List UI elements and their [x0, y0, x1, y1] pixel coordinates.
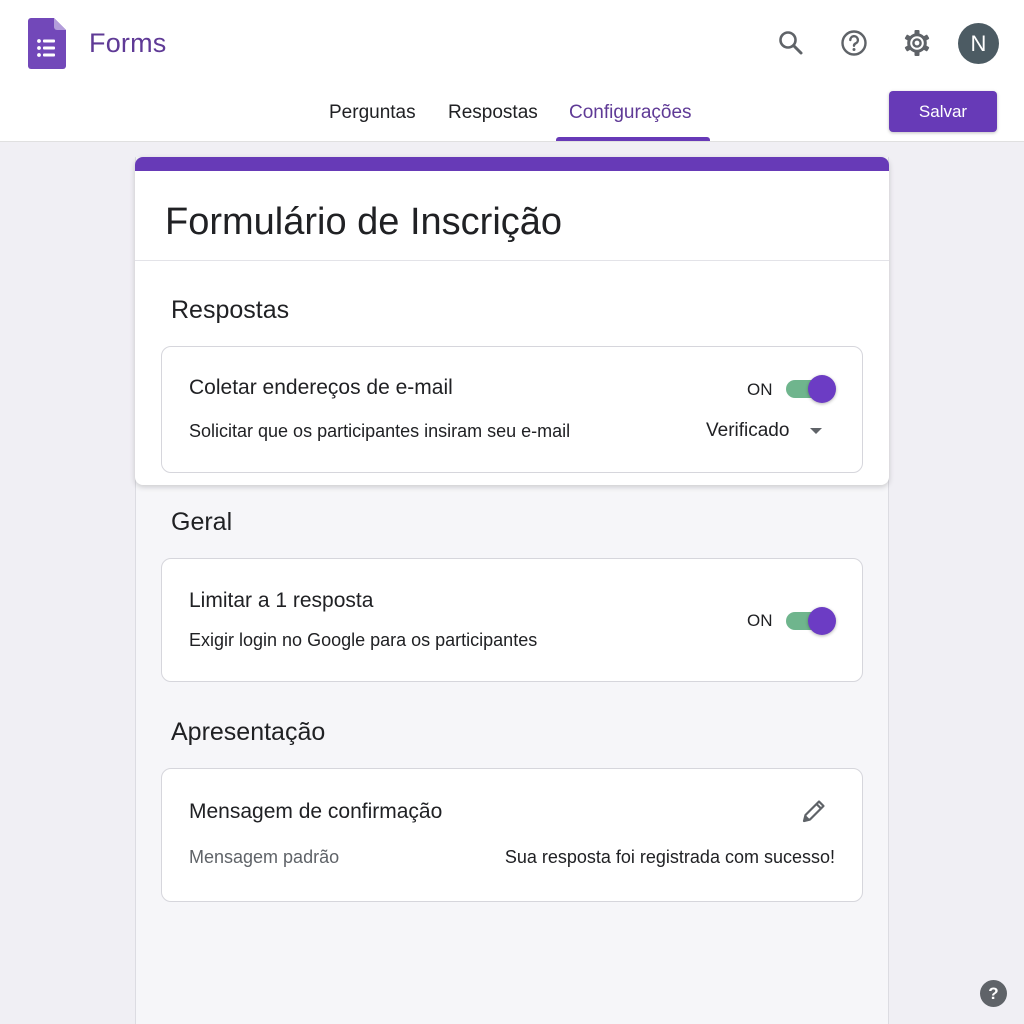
help-icon[interactable]	[834, 23, 874, 63]
tab-configuracoes[interactable]: Configurações	[569, 102, 692, 124]
gear-icon[interactable]	[897, 23, 937, 63]
setting-title: Coletar endereços de e-mail	[189, 376, 453, 399]
tab-perguntas[interactable]: Perguntas	[329, 102, 416, 124]
section-title-apresentacao: Apresentação	[171, 718, 326, 746]
app-title: Forms	[89, 28, 167, 58]
confirmation-message-setting: Mensagem de confirmação Mensagem padrão …	[161, 768, 863, 902]
toggle-state-label: ON	[747, 380, 773, 399]
dropdown-value: Verificado	[706, 420, 790, 441]
form-title: Formulário de Inscrição	[165, 201, 563, 243]
section-title-respostas: Respostas	[171, 296, 290, 324]
divider	[135, 260, 889, 261]
avatar[interactable]: N	[958, 23, 999, 64]
limit-one-toggle[interactable]	[786, 607, 838, 635]
setting-title: Limitar a 1 resposta	[189, 589, 374, 612]
email-verification-dropdown[interactable]: Verificado	[706, 420, 823, 442]
app-header: Forms N Perguntas Respostas Configuraçõe…	[0, 0, 1024, 142]
pencil-icon[interactable]	[799, 796, 829, 826]
collect-email-setting: Coletar endereços de e-mail Solicitar qu…	[161, 346, 863, 473]
search-icon[interactable]	[771, 23, 811, 63]
collect-email-toggle[interactable]	[786, 375, 838, 403]
setting-description: Exigir login no Google para os participa…	[189, 630, 538, 650]
tab-respostas[interactable]: Respostas	[448, 102, 538, 124]
active-tab-indicator	[556, 137, 710, 141]
toggle-state-label: ON	[747, 611, 773, 630]
limit-one-setting: Limitar a 1 resposta Exigir login no Goo…	[161, 558, 863, 682]
card-accent-bar	[135, 157, 889, 171]
chevron-down-icon	[810, 428, 823, 434]
section-title-geral: Geral	[171, 508, 233, 536]
setting-title: Mensagem de confirmação	[189, 800, 443, 823]
setting-description: Solicitar que os participantes insiram s…	[189, 421, 571, 441]
setting-label: Mensagem padrão	[189, 847, 340, 867]
save-button[interactable]: Salvar	[889, 91, 997, 132]
help-fab-button[interactable]: ?	[980, 980, 1007, 1007]
confirmation-message-value: Sua resposta foi registrada com sucesso!	[504, 847, 835, 867]
forms-logo-icon[interactable]	[28, 18, 66, 69]
